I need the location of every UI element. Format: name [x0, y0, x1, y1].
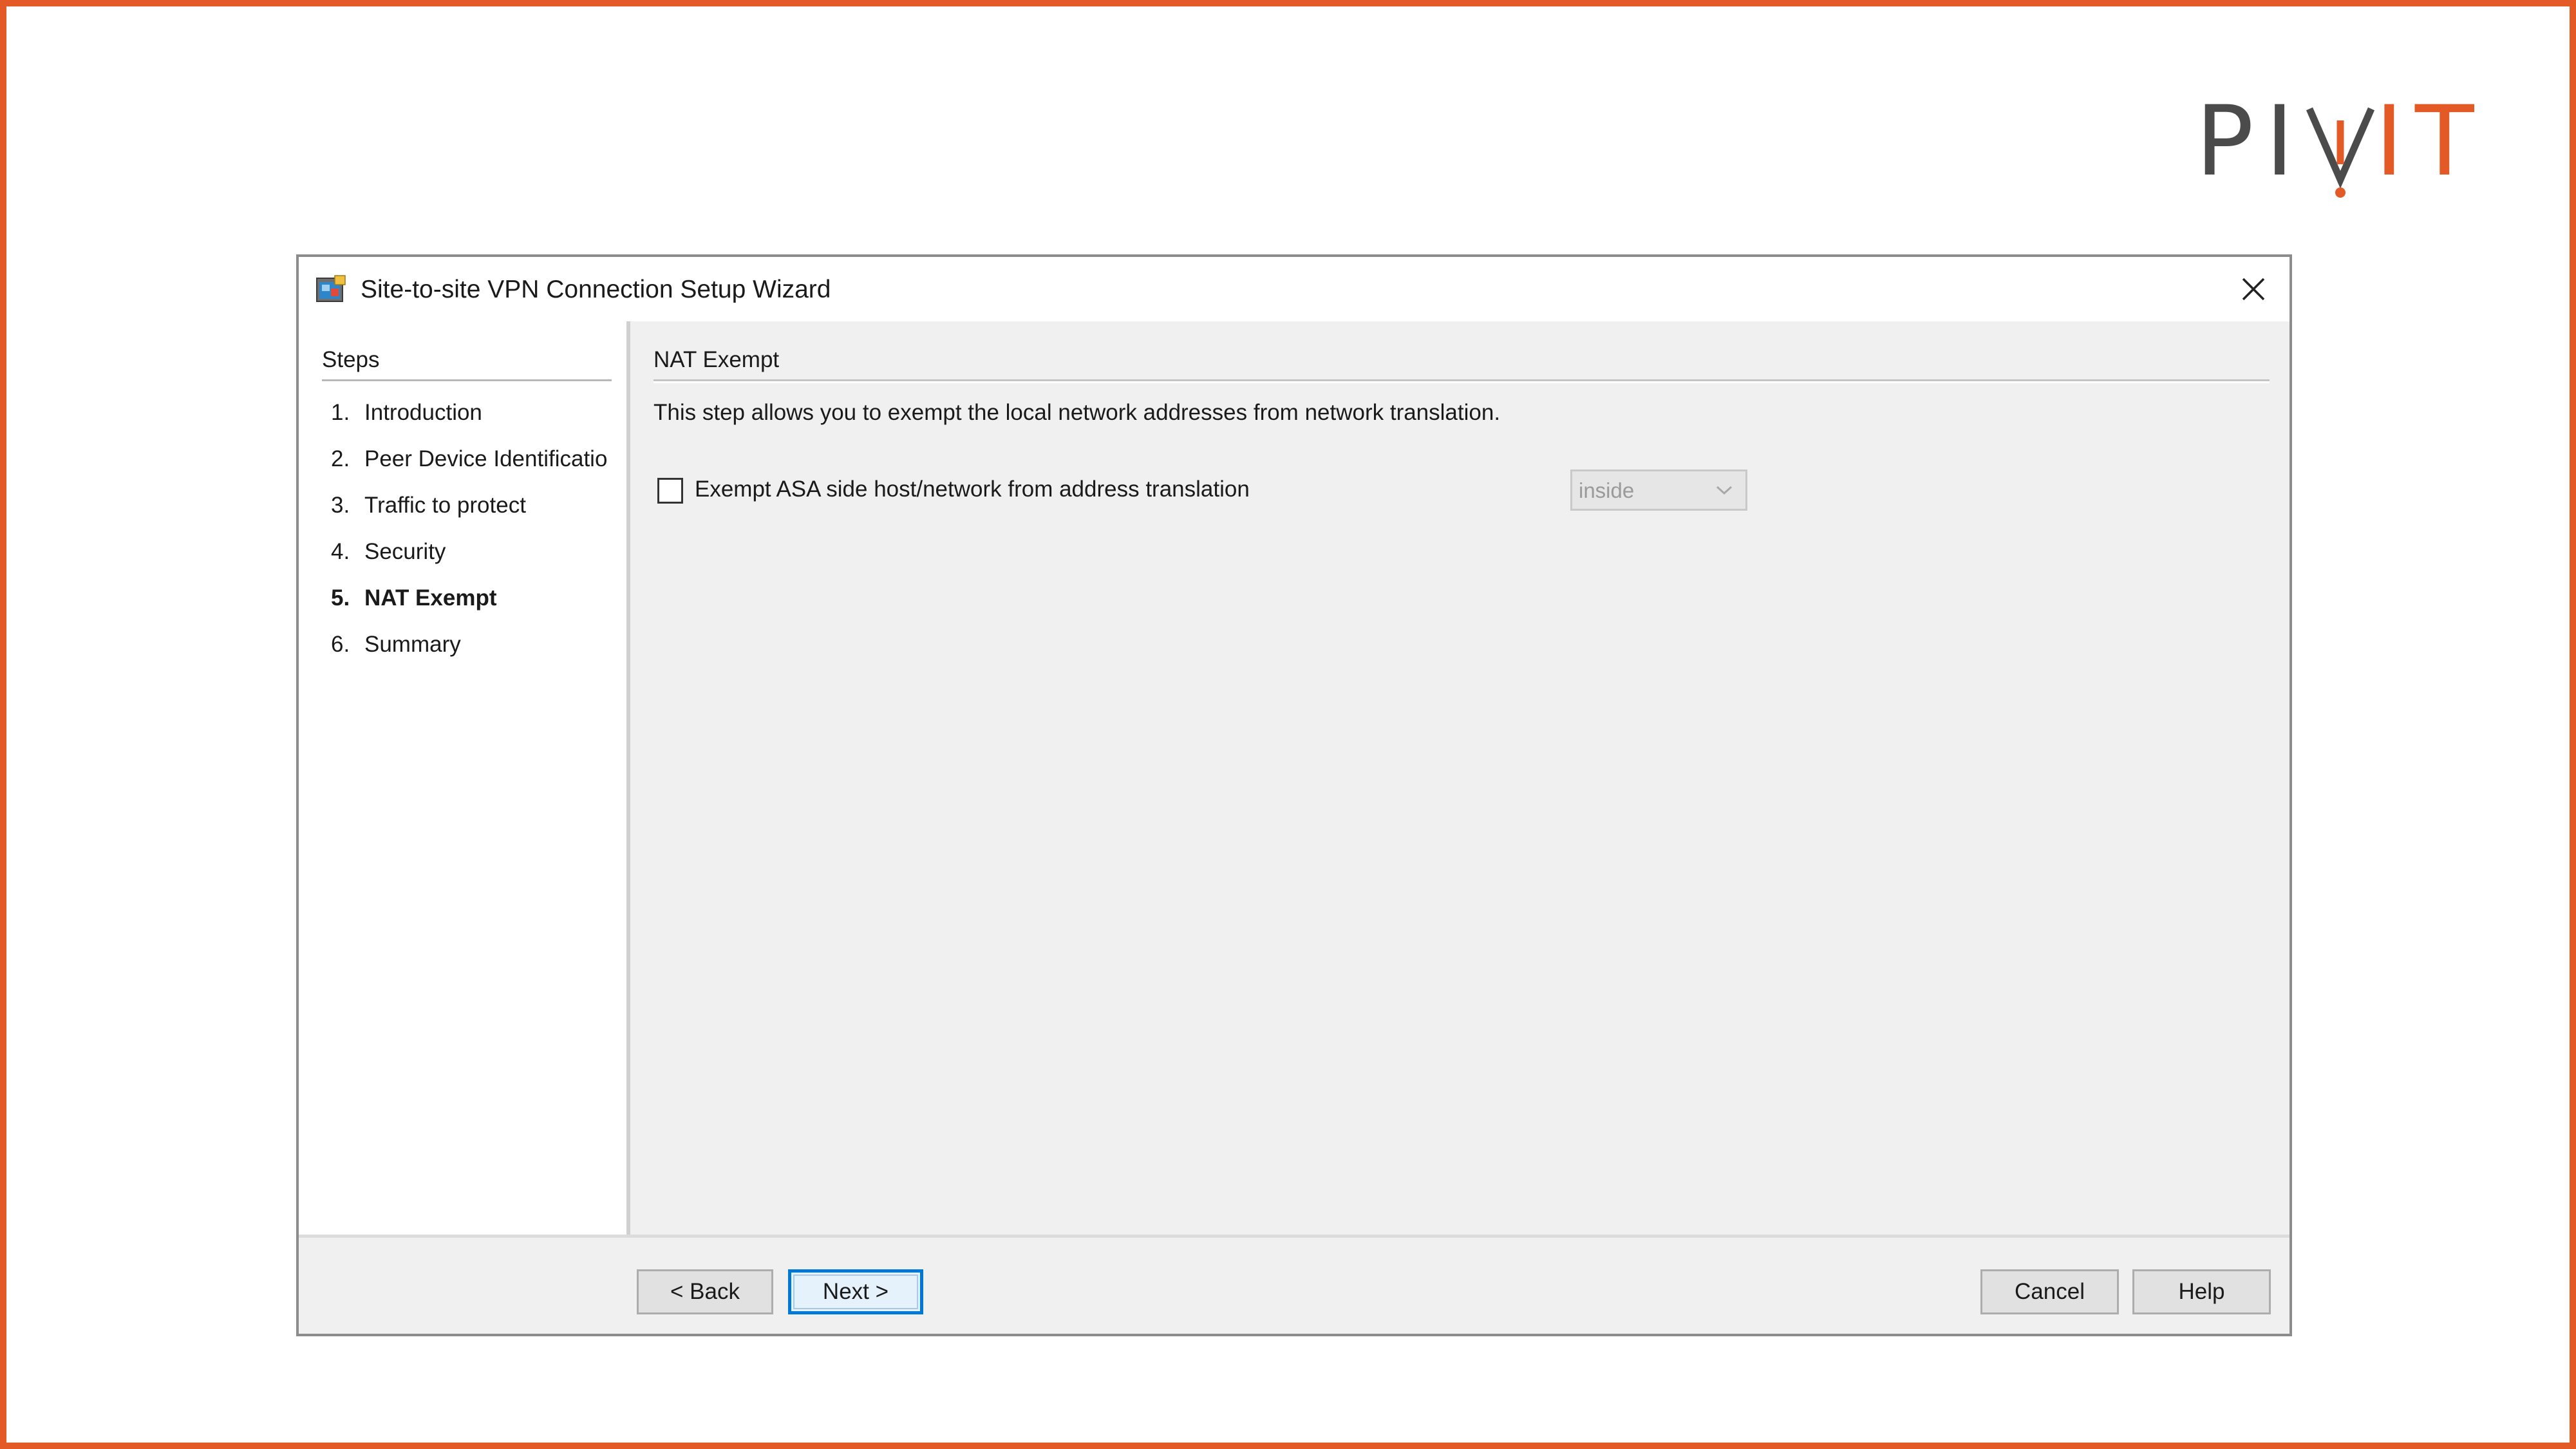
step-label: Introduction [364, 400, 482, 425]
back-button[interactable]: < Back [637, 1269, 773, 1314]
section-title: NAT Exempt [653, 347, 780, 372]
interface-select-value: inside [1579, 478, 1635, 502]
dialog-titlebar[interactable]: Site-to-site VPN Connection Setup Wizard [299, 257, 2289, 321]
wizard-app-icon [315, 274, 346, 305]
step-number: 3. [331, 493, 350, 518]
steps-heading: Steps [322, 347, 380, 372]
step-label: Security [364, 539, 446, 564]
step-label: Traffic to protect [364, 493, 526, 518]
step-summary: 6. Summary [331, 631, 614, 658]
step-nat-exempt: 5. NAT Exempt [331, 585, 614, 612]
next-button[interactable]: Next > [788, 1269, 923, 1314]
dialog-title: Site-to-site VPN Connection Setup Wizard [361, 276, 831, 303]
section-divider [653, 379, 2270, 383]
step-description: This step allows you to exempt the local… [653, 400, 1501, 425]
chevron-down-icon [1708, 477, 1740, 504]
step-security: 4. Security [331, 538, 614, 565]
step-traffic-to-protect: 3. Traffic to protect [331, 492, 614, 519]
step-number: 6. [331, 632, 350, 657]
step-number: 5. [331, 585, 350, 611]
slide-frame: PI IT Site-to-site VPN Connection Setup … [0, 0, 2576, 1449]
step-label: Summary [364, 632, 461, 657]
step-introduction: 1. Introduction [331, 399, 614, 426]
close-icon [2242, 278, 2265, 301]
step-number: 4. [331, 539, 350, 564]
exempt-asa-checkbox-label[interactable]: Exempt ASA side host/network from addres… [695, 476, 1250, 503]
step-label: NAT Exempt [364, 585, 497, 611]
step-label: Peer Device Identificatio [364, 446, 608, 471]
close-button[interactable] [2230, 266, 2277, 312]
steps-divider [322, 379, 612, 383]
cancel-button[interactable]: Cancel [1980, 1269, 2119, 1314]
steps-sidebar: Steps 1. Introduction 2. Peer Device Ident… [299, 321, 630, 1235]
exempt-asa-checkbox[interactable] [657, 478, 683, 504]
pivit-logo: PI IT [2195, 86, 2486, 198]
step-peer-device-identification: 2. Peer Device Identificatio [331, 446, 614, 473]
step-number: 1. [331, 400, 350, 425]
step-number: 2. [331, 446, 350, 471]
interface-select[interactable]: inside [1570, 469, 1747, 511]
dialog-footer: < Back Next > Cancel Help [299, 1235, 2289, 1334]
vpn-wizard-dialog: Site-to-site VPN Connection Setup Wizard… [296, 254, 2292, 1336]
help-button[interactable]: Help [2132, 1269, 2271, 1314]
step-content-panel: NAT Exempt This step allows you to exemp… [630, 321, 2289, 1235]
